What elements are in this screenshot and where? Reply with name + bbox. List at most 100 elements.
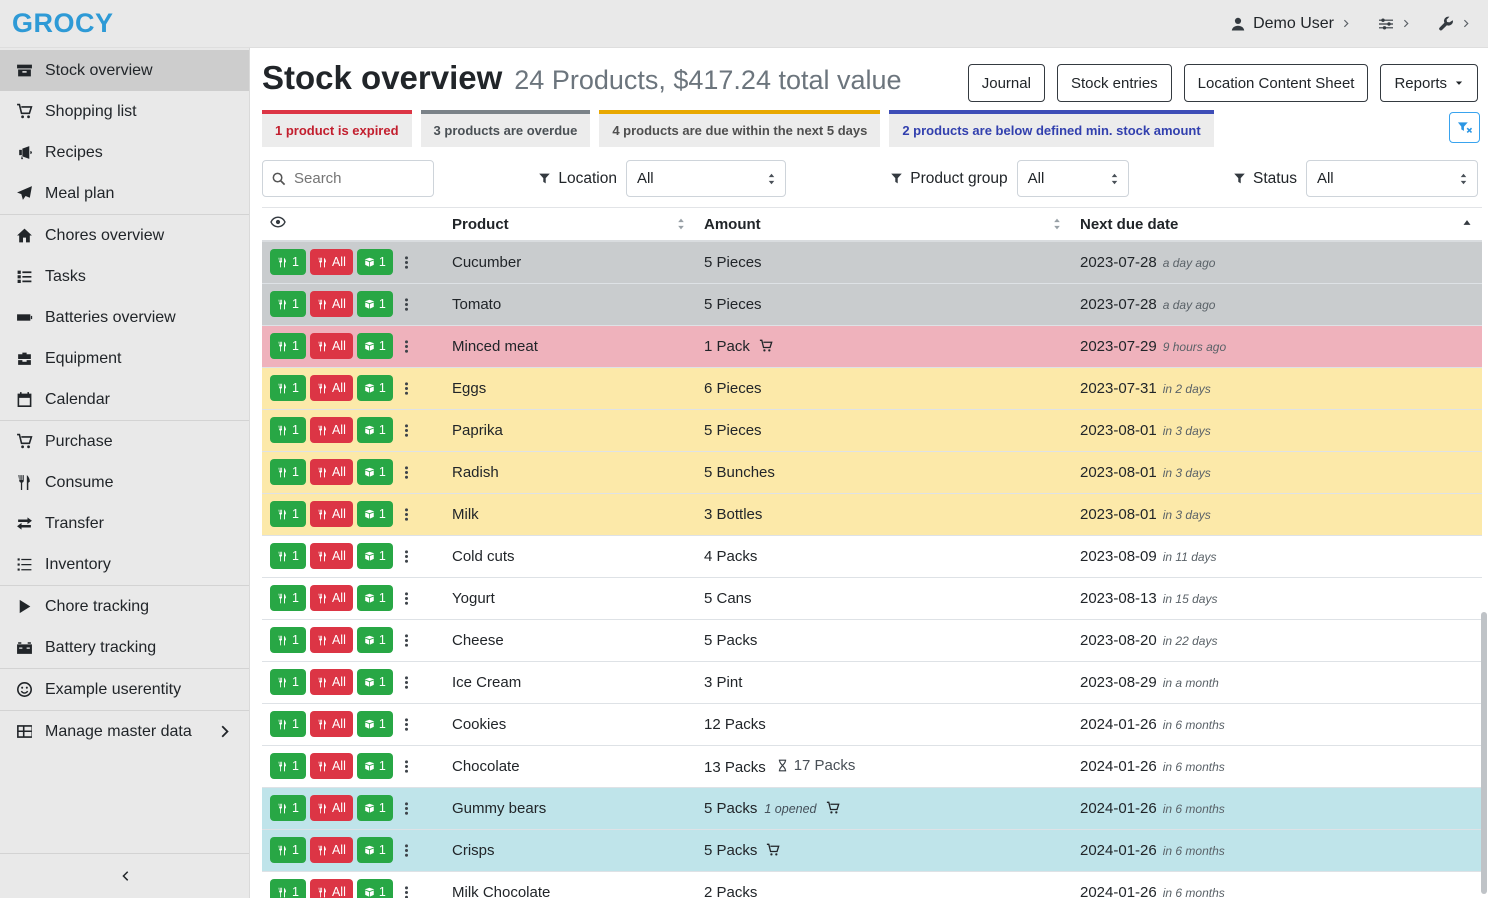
status-bar-due[interactable]: 4 products are due within the next 5 day…	[599, 110, 880, 147]
table-row[interactable]: 1All1Gummy bears5 Packs1 opened2024-01-2…	[262, 787, 1482, 829]
consume-all-button[interactable]: All	[310, 291, 353, 317]
table-row[interactable]: 1All1Crisps5 Packs2024-01-26in 6 months	[262, 829, 1482, 871]
admin-menu[interactable]	[1438, 16, 1472, 32]
row-menu-button[interactable]	[397, 295, 416, 314]
table-row[interactable]: 1All1Milk Chocolate2 Packs2024-01-26in 6…	[262, 871, 1482, 898]
location-select[interactable]: All	[626, 160, 786, 197]
status-select[interactable]: All	[1306, 160, 1478, 197]
row-menu-button[interactable]	[397, 547, 416, 566]
open-one-button[interactable]: 1	[357, 669, 393, 695]
settings-menu[interactable]	[1378, 16, 1412, 32]
open-one-button[interactable]: 1	[357, 543, 393, 569]
location-content-sheet-button[interactable]: Location Content Sheet	[1184, 64, 1369, 102]
consume-all-button[interactable]: All	[310, 375, 353, 401]
sidebar-item-chores-overview[interactable]: Chores overview	[0, 215, 249, 256]
sidebar-item-tasks[interactable]: Tasks	[0, 256, 249, 297]
consume-all-button[interactable]: All	[310, 879, 353, 898]
table-row[interactable]: 1All1Cold cuts4 Packs2023-08-09in 11 day…	[262, 535, 1482, 577]
open-one-button[interactable]: 1	[357, 249, 393, 275]
status-bar-below-min[interactable]: 2 products are below defined min. stock …	[889, 110, 1213, 147]
table-row[interactable]: 1All1Cheese5 Packs2023-08-20in 22 days	[262, 619, 1482, 661]
sidebar-item-stock-overview[interactable]: Stock overview	[0, 50, 249, 91]
sidebar-item-batteries-overview[interactable]: Batteries overview	[0, 297, 249, 338]
row-menu-button[interactable]	[397, 841, 416, 860]
consume-one-button[interactable]: 1	[270, 753, 306, 779]
sidebar-item-chore-tracking[interactable]: Chore tracking	[0, 586, 249, 627]
row-menu-button[interactable]	[397, 463, 416, 482]
open-one-button[interactable]: 1	[357, 837, 393, 863]
sidebar-item-shopping-list[interactable]: Shopping list	[0, 91, 249, 132]
consume-one-button[interactable]: 1	[270, 333, 306, 359]
open-one-button[interactable]: 1	[357, 753, 393, 779]
eye-icon[interactable]	[270, 214, 286, 230]
open-one-button[interactable]: 1	[357, 417, 393, 443]
consume-one-button[interactable]: 1	[270, 291, 306, 317]
status-bar-overdue[interactable]: 3 products are overdue	[421, 110, 591, 147]
open-one-button[interactable]: 1	[357, 459, 393, 485]
consume-all-button[interactable]: All	[310, 711, 353, 737]
table-row[interactable]: 1All1Paprika5 Pieces2023-08-01in 3 days	[262, 409, 1482, 451]
table-row[interactable]: 1All1Chocolate13 Packs17 Packs2024-01-26…	[262, 745, 1482, 787]
consume-all-button[interactable]: All	[310, 417, 353, 443]
consume-one-button[interactable]: 1	[270, 795, 306, 821]
column-amount[interactable]: Amount	[696, 208, 1072, 242]
open-one-button[interactable]: 1	[357, 375, 393, 401]
sidebar-item-consume[interactable]: Consume	[0, 462, 249, 503]
sidebar-item-inventory[interactable]: Inventory	[0, 544, 249, 585]
consume-all-button[interactable]: All	[310, 333, 353, 359]
row-menu-button[interactable]	[397, 421, 416, 440]
consume-one-button[interactable]: 1	[270, 879, 306, 898]
clear-filter-button[interactable]	[1449, 112, 1480, 143]
sidebar-collapse-button[interactable]	[0, 853, 249, 898]
column-product[interactable]: Product	[444, 208, 696, 242]
row-menu-button[interactable]	[397, 589, 416, 608]
table-row[interactable]: 1All1Tomato5 Pieces2023-07-28a day ago	[262, 283, 1482, 325]
sidebar-item-battery-tracking[interactable]: Battery tracking	[0, 627, 249, 668]
open-one-button[interactable]: 1	[357, 711, 393, 737]
consume-one-button[interactable]: 1	[270, 417, 306, 443]
consume-one-button[interactable]: 1	[270, 543, 306, 569]
sidebar-item-meal-plan[interactable]: Meal plan	[0, 173, 249, 214]
row-menu-button[interactable]	[397, 799, 416, 818]
table-row[interactable]: 1All1Ice Cream3 Pint2023-08-29in a month	[262, 661, 1482, 703]
sidebar-item-transfer[interactable]: Transfer	[0, 503, 249, 544]
consume-one-button[interactable]: 1	[270, 711, 306, 737]
user-menu[interactable]: Demo User	[1230, 15, 1352, 33]
product-group-select[interactable]: All	[1017, 160, 1129, 197]
row-menu-button[interactable]	[397, 337, 416, 356]
consume-one-button[interactable]: 1	[270, 837, 306, 863]
open-one-button[interactable]: 1	[357, 333, 393, 359]
row-menu-button[interactable]	[397, 631, 416, 650]
consume-one-button[interactable]: 1	[270, 375, 306, 401]
table-row[interactable]: 1All1Radish5 Bunches2023-08-01in 3 days	[262, 451, 1482, 493]
sidebar-item-manage-master-data[interactable]: Manage master data	[0, 711, 249, 752]
consume-all-button[interactable]: All	[310, 753, 353, 779]
table-row[interactable]: 1All1Yogurt5 Cans2023-08-13in 15 days	[262, 577, 1482, 619]
sidebar-item-recipes[interactable]: Recipes	[0, 132, 249, 173]
row-menu-button[interactable]	[397, 883, 416, 898]
sidebar-item-equipment[interactable]: Equipment	[0, 338, 249, 379]
reports-dropdown-button[interactable]: Reports	[1380, 64, 1478, 102]
row-menu-button[interactable]	[397, 757, 416, 776]
open-one-button[interactable]: 1	[357, 291, 393, 317]
row-menu-button[interactable]	[397, 253, 416, 272]
table-row[interactable]: 1All1Cookies12 Packs2024-01-26in 6 month…	[262, 703, 1482, 745]
status-bar-expired[interactable]: 1 product is expired	[262, 110, 412, 147]
consume-all-button[interactable]: All	[310, 627, 353, 653]
sidebar-item-calendar[interactable]: Calendar	[0, 379, 249, 420]
open-one-button[interactable]: 1	[357, 585, 393, 611]
table-row[interactable]: 1All1Milk3 Bottles2023-08-01in 3 days	[262, 493, 1482, 535]
sidebar-item-purchase[interactable]: Purchase	[0, 421, 249, 462]
column-next-due-date[interactable]: Next due date	[1072, 208, 1482, 242]
row-menu-button[interactable]	[397, 715, 416, 734]
consume-one-button[interactable]: 1	[270, 459, 306, 485]
row-menu-button[interactable]	[397, 673, 416, 692]
consume-all-button[interactable]: All	[310, 459, 353, 485]
row-menu-button[interactable]	[397, 505, 416, 524]
consume-one-button[interactable]: 1	[270, 627, 306, 653]
consume-all-button[interactable]: All	[310, 543, 353, 569]
stock-entries-button[interactable]: Stock entries	[1057, 64, 1172, 102]
table-row[interactable]: 1All1Cucumber5 Pieces2023-07-28a day ago	[262, 241, 1482, 283]
table-row[interactable]: 1All1Minced meat1 Pack2023-07-299 hours …	[262, 325, 1482, 367]
consume-all-button[interactable]: All	[310, 501, 353, 527]
